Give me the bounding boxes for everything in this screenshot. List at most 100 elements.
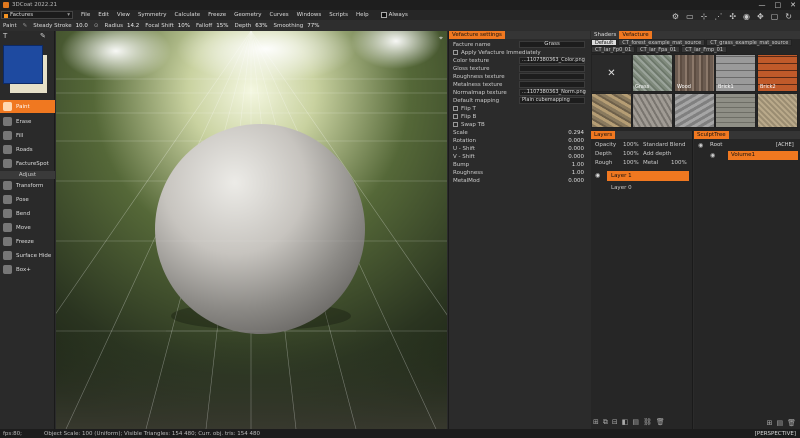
param-roughness-value[interactable]: 1.00	[572, 170, 584, 176]
tool-pose[interactable]: Pose	[0, 193, 55, 206]
snap-icon[interactable]: ⊹	[701, 12, 708, 21]
always-checkbox[interactable]	[380, 12, 387, 18]
folder-tab-lar-3[interactable]: CT_lar_Fmp_01	[681, 46, 728, 53]
clear-facture-thumb[interactable]: ✕	[591, 54, 632, 92]
brush-icon[interactable]: ✎	[23, 23, 28, 29]
3d-viewport[interactable]: ⌖	[56, 31, 447, 429]
link-icon[interactable]: ⛓	[643, 418, 652, 427]
axis-icon[interactable]: ✣	[729, 12, 736, 21]
delete-volume-icon[interactable]: 🗑	[787, 419, 796, 427]
frame2-icon[interactable]: ▢	[771, 12, 779, 21]
metal-value[interactable]: 100%	[671, 160, 687, 166]
radius-label[interactable]: Radius	[105, 23, 123, 29]
lock-icon[interactable]: ⊙	[94, 23, 99, 29]
facture-thumb-concrete[interactable]	[674, 93, 715, 128]
radius-value[interactable]: 14.2	[127, 23, 139, 29]
menu-freeze[interactable]: Freeze	[208, 12, 226, 18]
view-mode-label[interactable]: [PERSPECTIVE]	[755, 431, 796, 437]
vefacture-tab[interactable]: Vefacture	[619, 31, 652, 39]
param-bump-label[interactable]: Bump	[453, 162, 469, 168]
flip-b-toggle[interactable]: Flip B	[453, 114, 476, 120]
menu-edit[interactable]: Edit	[98, 12, 109, 18]
menu-calculate[interactable]: Calculate	[174, 12, 200, 18]
sphere-mesh[interactable]	[155, 124, 365, 334]
apply-checkbox[interactable]	[453, 50, 458, 55]
param-metalmod-value[interactable]: 0.000	[568, 178, 584, 184]
flip-b-checkbox[interactable]	[453, 114, 458, 119]
vefacture-settings-tab[interactable]: Vefacture settings	[449, 31, 505, 39]
volume-item-active[interactable]: Volume1	[728, 151, 798, 160]
folder-tab-lar-1[interactable]: CT_lar_Fp0_01	[591, 46, 636, 53]
metalness-texture-field[interactable]	[519, 81, 585, 88]
root-label[interactable]: Root	[710, 142, 722, 148]
steady-stroke-value[interactable]: 10.0	[76, 23, 88, 29]
settings-icon[interactable]: ⚙	[672, 12, 679, 21]
shaders-tab[interactable]: Shaders	[591, 32, 619, 38]
facture-thumb-stones[interactable]	[591, 93, 632, 128]
depth-value[interactable]: 100%	[623, 151, 639, 157]
folder-icon[interactable]: ▤	[776, 419, 783, 427]
param-u-shift-value[interactable]: 0.000	[568, 146, 584, 152]
layer-item-active[interactable]: Layer 1	[607, 171, 689, 181]
rough-value[interactable]: 100%	[623, 160, 639, 166]
facture-thumb-rock[interactable]	[632, 93, 673, 128]
menu-curves[interactable]: Curves	[270, 12, 289, 18]
tool-paint[interactable]: Paint	[0, 100, 55, 113]
adjust-section-header[interactable]: Adjust	[0, 171, 55, 179]
mode-label[interactable]: Paint	[3, 23, 17, 29]
depth-value[interactable]: 63%	[255, 23, 267, 29]
falloff-label[interactable]: Falloff	[196, 23, 212, 29]
facture-thumb-sand[interactable]	[757, 93, 798, 128]
menu-scripts[interactable]: Scripts	[329, 12, 348, 18]
close-button[interactable]: ✕	[790, 1, 796, 9]
menu-file[interactable]: File	[81, 12, 90, 18]
tool-facturespot[interactable]: FactureSpot	[0, 157, 55, 170]
tool-surface-hide[interactable]: Surface Hide	[0, 249, 55, 262]
focal-shift-label[interactable]: Focal Shift	[145, 23, 174, 29]
frame-icon[interactable]: ▭	[686, 12, 694, 21]
maximize-button[interactable]: □	[775, 1, 782, 9]
camera-icon[interactable]: ◉	[743, 12, 750, 21]
flip-t-toggle[interactable]: Flip T	[453, 106, 476, 112]
opacity-label[interactable]: Opacity	[595, 142, 616, 148]
tool-bend[interactable]: Bend	[0, 207, 55, 220]
facture-thumb-brick1[interactable]: Brick1	[715, 54, 756, 92]
menu-geometry[interactable]: Geometry	[234, 12, 261, 18]
room-selector[interactable]: Factures ▾	[1, 11, 73, 19]
folder-tab-grass[interactable]: CT_grass_example_mat_source	[706, 39, 793, 46]
menu-windows[interactable]: Windows	[297, 12, 322, 18]
folder-tab-default[interactable]: Default	[591, 39, 618, 46]
pen-icon[interactable]: ✎	[40, 32, 46, 40]
flip-t-checkbox[interactable]	[453, 106, 458, 111]
smoothing-value[interactable]: 77%	[307, 23, 319, 29]
layer-item[interactable]: Layer 0	[611, 185, 632, 191]
metal-label[interactable]: Metal	[643, 160, 658, 166]
menu-view[interactable]: View	[117, 12, 130, 18]
tool-fill[interactable]: Fill	[0, 129, 55, 142]
param-scale-label[interactable]: Scale	[453, 130, 468, 136]
duplicate-layer-icon[interactable]: ⧉	[603, 418, 608, 427]
facture-name-field[interactable]: Grass	[519, 41, 585, 48]
text-tool-icon[interactable]: T	[3, 32, 7, 40]
steady-stroke-label[interactable]: Steady Stroke	[33, 23, 71, 29]
focal-shift-value[interactable]: 10%	[178, 23, 190, 29]
apply-vefacture-toggle[interactable]: Apply Vefacture Immediately	[453, 50, 541, 56]
facture-thumb-wood[interactable]: Wood	[674, 54, 715, 92]
param-v-shift-label[interactable]: V - Shift	[453, 154, 475, 160]
volume-eye-icon[interactable]: ◉	[710, 152, 715, 159]
tool-erase[interactable]: Erase	[0, 115, 55, 128]
viewport-scene[interactable]	[56, 31, 447, 429]
sculpt-tree-tab[interactable]: SculptTree	[694, 131, 729, 139]
viewport-camera-icon[interactable]: ⌖	[439, 34, 443, 43]
minimize-button[interactable]: —	[759, 1, 766, 9]
default-mapping-select[interactable]: Plain cubemapping	[519, 97, 585, 104]
tool-move[interactable]: Move	[0, 221, 55, 234]
normalmap-texture-field[interactable]: ...1107380363_Norm.png	[519, 89, 586, 96]
tool-freeze[interactable]: Freeze	[0, 235, 55, 248]
depth-label[interactable]: Depth	[234, 23, 251, 29]
color-texture-field[interactable]: ...1107380363_Color.png	[519, 57, 585, 64]
blend-mode-select[interactable]: Standard Blend	[643, 142, 685, 148]
opacity-value[interactable]: 100%	[623, 142, 639, 148]
swap-tb-checkbox[interactable]	[453, 122, 458, 127]
primary-color-swatch[interactable]	[3, 45, 43, 84]
